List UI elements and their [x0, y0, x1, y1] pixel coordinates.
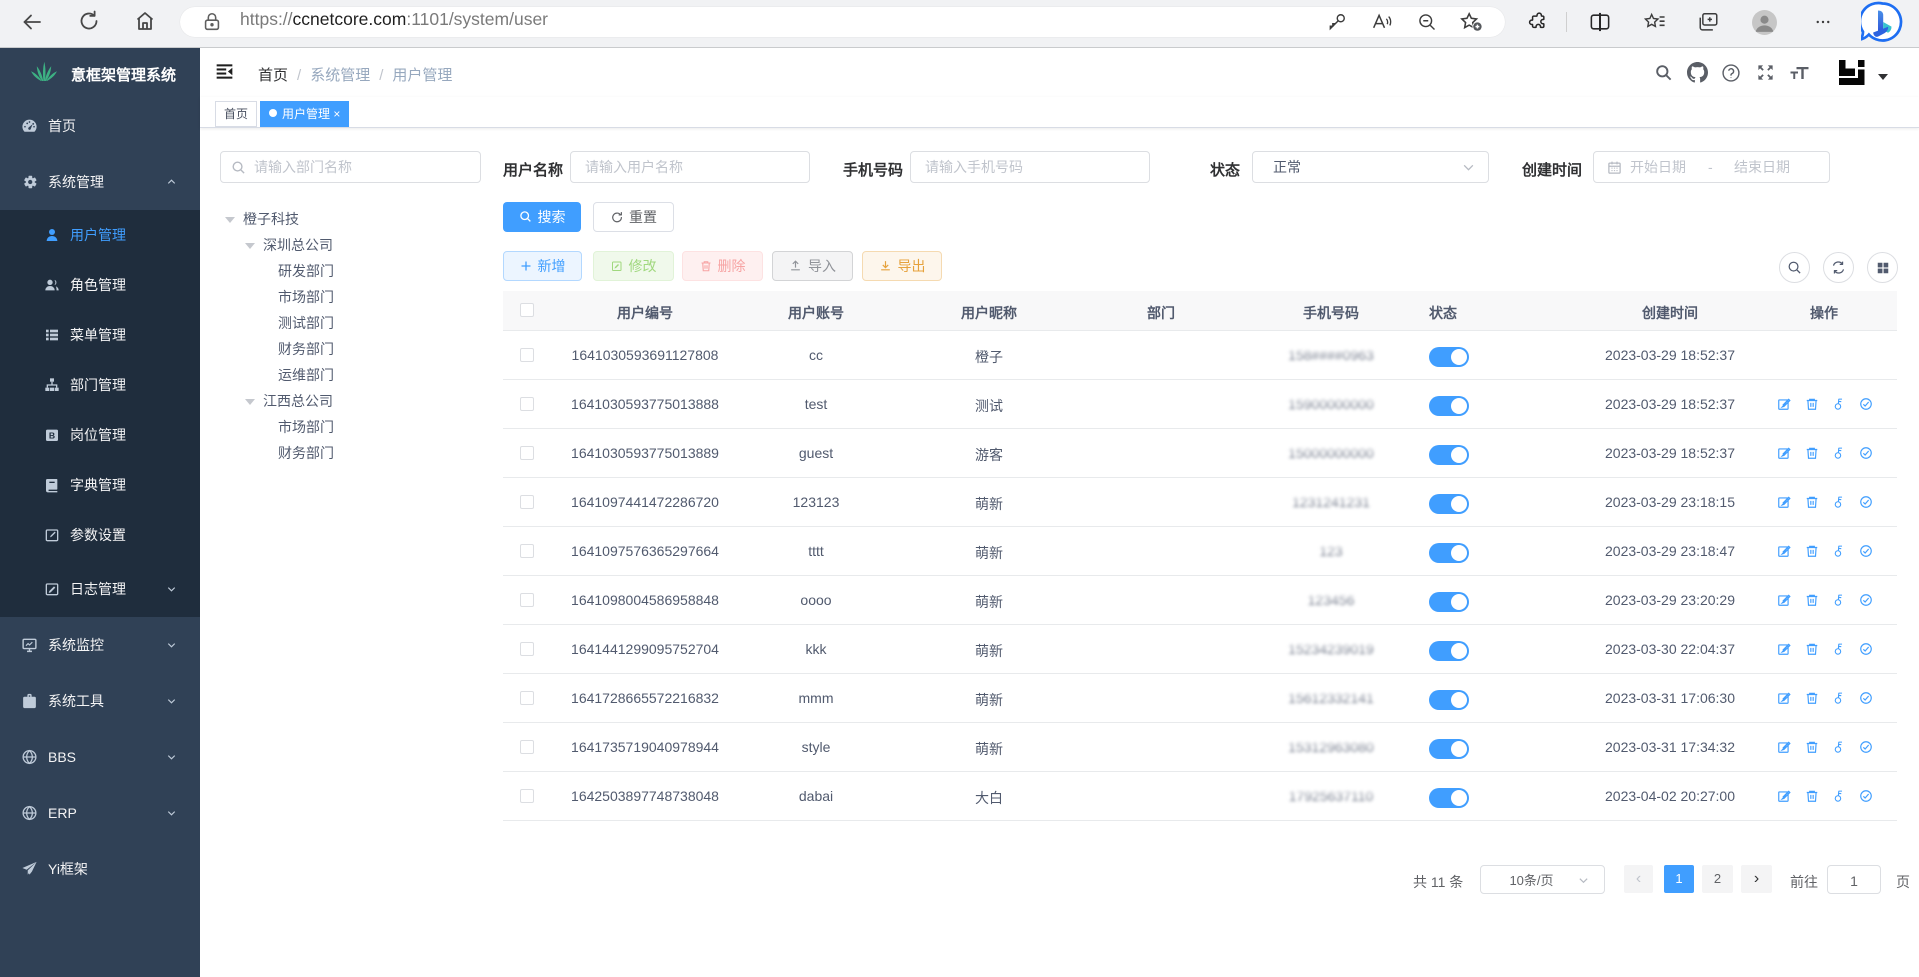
svg-text:B: B — [49, 430, 55, 440]
